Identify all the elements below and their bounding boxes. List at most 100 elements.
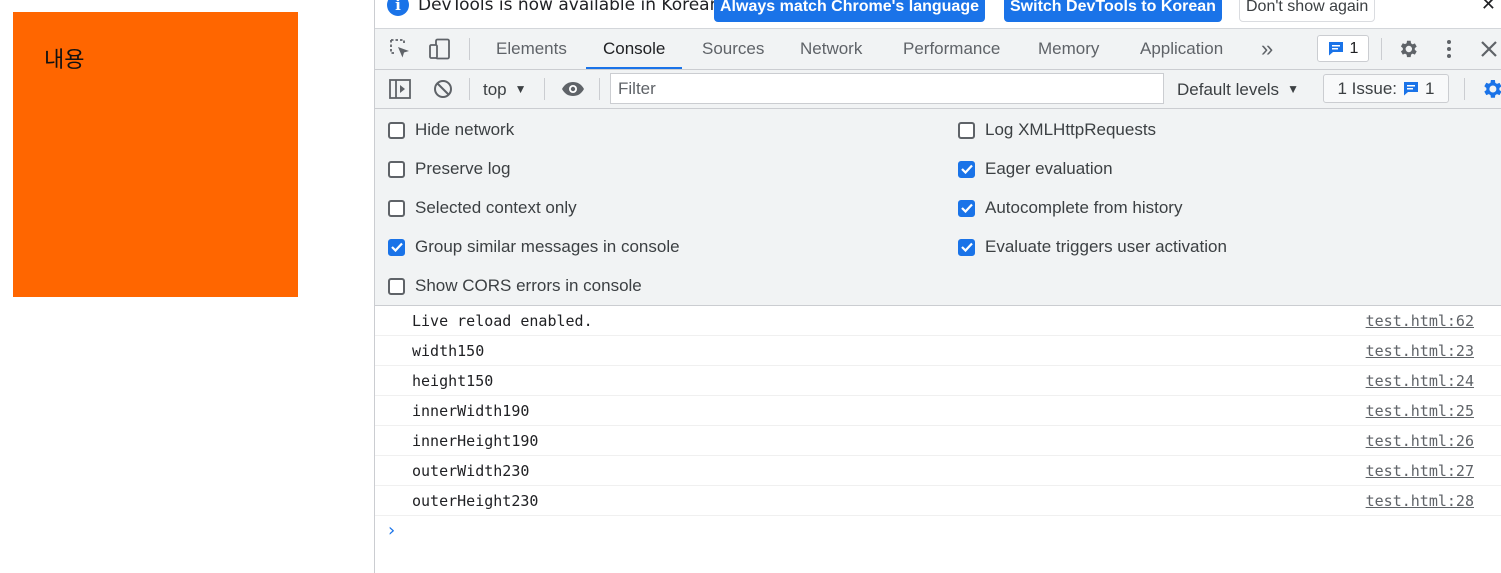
device-toolbar-icon[interactable] [427, 29, 453, 69]
setting-group-similar[interactable]: Group similar messages in console [388, 236, 680, 258]
preserve-log-label: Preserve log [415, 159, 511, 178]
issues-counter-count: 1 [1425, 78, 1435, 98]
group-similar-label: Group similar messages in console [415, 237, 680, 256]
eager-evaluation-label: Eager evaluation [985, 159, 1113, 178]
console-message-source-link[interactable]: test.html:26 [1366, 426, 1474, 456]
orange-content-box: 내용 [13, 12, 298, 297]
console-filter-input[interactable] [610, 73, 1164, 104]
more-options-icon[interactable] [1439, 29, 1459, 69]
console-output: Live reload enabled. test.html:62 width1… [375, 306, 1501, 546]
console-message: Live reload enabled. test.html:62 [375, 306, 1501, 336]
tab-memory[interactable]: Memory [1038, 29, 1099, 69]
tab-elements[interactable]: Elements [496, 29, 567, 69]
close-devtools-icon[interactable] [1477, 29, 1501, 69]
selected-context-label: Selected context only [415, 198, 577, 217]
console-message-source-link[interactable]: test.html:25 [1366, 396, 1474, 426]
log-xhr-label: Log XMLHttpRequests [985, 120, 1157, 139]
eager-evaluation-checkbox[interactable] [958, 160, 975, 178]
console-message-text: innerHeight190 [412, 432, 539, 450]
preserve-log-checkbox[interactable] [388, 160, 405, 178]
console-message-text: height150 [412, 372, 494, 390]
user-activation-checkbox[interactable] [958, 238, 975, 256]
log-xhr-checkbox[interactable] [958, 121, 975, 139]
console-message: height150 test.html:24 [375, 366, 1501, 396]
show-cors-label: Show CORS errors in console [415, 276, 642, 295]
setting-hide-network[interactable]: Hide network [388, 119, 514, 141]
console-message-source-link[interactable]: test.html:28 [1366, 486, 1474, 516]
console-settings-panel: Hide network Preserve log Selected conte… [375, 109, 1501, 306]
console-message-source-link[interactable]: test.html:27 [1366, 456, 1474, 486]
settings-gear-icon[interactable] [1395, 29, 1421, 69]
user-activation-label: Evaluate triggers user activation [985, 237, 1227, 256]
tab-sources[interactable]: Sources [702, 29, 764, 69]
group-similar-checkbox[interactable] [388, 238, 405, 256]
toolbar-separator [1464, 78, 1465, 100]
setting-user-activation[interactable]: Evaluate triggers user activation [958, 236, 1227, 258]
infobar-message: DevTools is now available in Korean! [418, 0, 728, 15]
live-expression-eye-icon[interactable] [559, 70, 587, 108]
issues-badge-count: 1 [1349, 39, 1359, 57]
issues-counter-button[interactable]: 1 Issue: 1 [1323, 74, 1449, 103]
clear-console-icon[interactable] [430, 70, 456, 108]
hide-network-label: Hide network [415, 120, 515, 139]
tabbar-separator [1381, 38, 1382, 60]
console-message-source-link[interactable]: test.html:23 [1366, 336, 1474, 366]
toolbar-separator [544, 78, 545, 100]
autocomplete-checkbox[interactable] [958, 199, 975, 217]
console-message-text: outerHeight230 [412, 492, 539, 510]
toolbar-separator [469, 78, 470, 100]
console-message-source-link[interactable]: test.html:24 [1366, 366, 1474, 396]
dropdown-arrow-icon: ▼ [514, 82, 527, 96]
context-selector-value: top [483, 80, 507, 99]
tab-console[interactable]: Console [586, 29, 683, 69]
prompt-chevron-icon: › [388, 520, 396, 541]
console-message: innerHeight190 test.html:26 [375, 426, 1501, 456]
info-icon: i [387, 0, 409, 16]
console-message: outerWidth230 test.html:27 [375, 456, 1501, 486]
message-icon [1328, 42, 1343, 56]
console-message-text: innerWidth190 [412, 402, 530, 420]
issues-badge-button[interactable]: 1 [1317, 35, 1369, 62]
always-match-language-button[interactable]: Always match Chrome's language [714, 0, 985, 22]
toolbar-separator [599, 78, 600, 100]
show-cors-checkbox[interactable] [388, 277, 405, 295]
more-tabs-icon[interactable]: » [1261, 29, 1273, 69]
tab-performance[interactable]: Performance [903, 29, 1000, 69]
sidebar-toggle-icon[interactable] [387, 70, 413, 108]
console-message-text: Live reload enabled. [412, 312, 593, 330]
console-message: outerHeight230 test.html:28 [375, 486, 1501, 516]
context-selector[interactable]: top ▼ [483, 70, 527, 108]
console-toolbar: top ▼ Default levels ▼ 1 Issue: 1 [375, 70, 1501, 109]
tab-application[interactable]: Application [1140, 29, 1223, 69]
inspect-element-icon[interactable] [387, 29, 413, 69]
page-viewport: 내용 [0, 0, 374, 573]
setting-log-xhr[interactable]: Log XMLHttpRequests [958, 119, 1156, 141]
selected-context-checkbox[interactable] [388, 199, 405, 217]
setting-eager-evaluation[interactable]: Eager evaluation [958, 158, 1113, 180]
setting-selected-context[interactable]: Selected context only [388, 197, 577, 219]
log-levels-value: Default levels [1177, 80, 1280, 99]
setting-preserve-log[interactable]: Preserve log [388, 158, 510, 180]
console-message-source-link[interactable]: test.html:62 [1366, 306, 1474, 336]
message-icon [1404, 82, 1419, 96]
console-message: innerWidth190 test.html:25 [375, 396, 1501, 426]
devtools-tabbar: Elements Console Sources Network Perform… [375, 29, 1501, 70]
hide-network-checkbox[interactable] [388, 121, 405, 139]
setting-autocomplete[interactable]: Autocomplete from history [958, 197, 1182, 219]
console-message-text: width150 [412, 342, 485, 360]
autocomplete-label: Autocomplete from history [985, 198, 1183, 217]
devtools-panel: i DevTools is now available in Korean! A… [374, 0, 1501, 573]
switch-to-korean-button[interactable]: Switch DevTools to Korean [1004, 0, 1222, 22]
infobar-close-icon[interactable]: ✕ [1481, 0, 1496, 15]
language-infobar: i DevTools is now available in Korean! A… [375, 0, 1501, 29]
log-levels-dropdown[interactable]: Default levels ▼ [1177, 70, 1299, 108]
console-message-text: outerWidth230 [412, 462, 530, 480]
console-prompt[interactable]: › [375, 516, 1501, 546]
console-message: width150 test.html:23 [375, 336, 1501, 366]
setting-show-cors[interactable]: Show CORS errors in console [388, 275, 642, 297]
console-settings-gear-icon[interactable] [1479, 70, 1501, 108]
tabbar-separator [469, 38, 470, 60]
content-text: 내용 [44, 48, 85, 73]
tab-network[interactable]: Network [800, 29, 862, 69]
dont-show-again-button[interactable]: Don't show again [1239, 0, 1376, 22]
